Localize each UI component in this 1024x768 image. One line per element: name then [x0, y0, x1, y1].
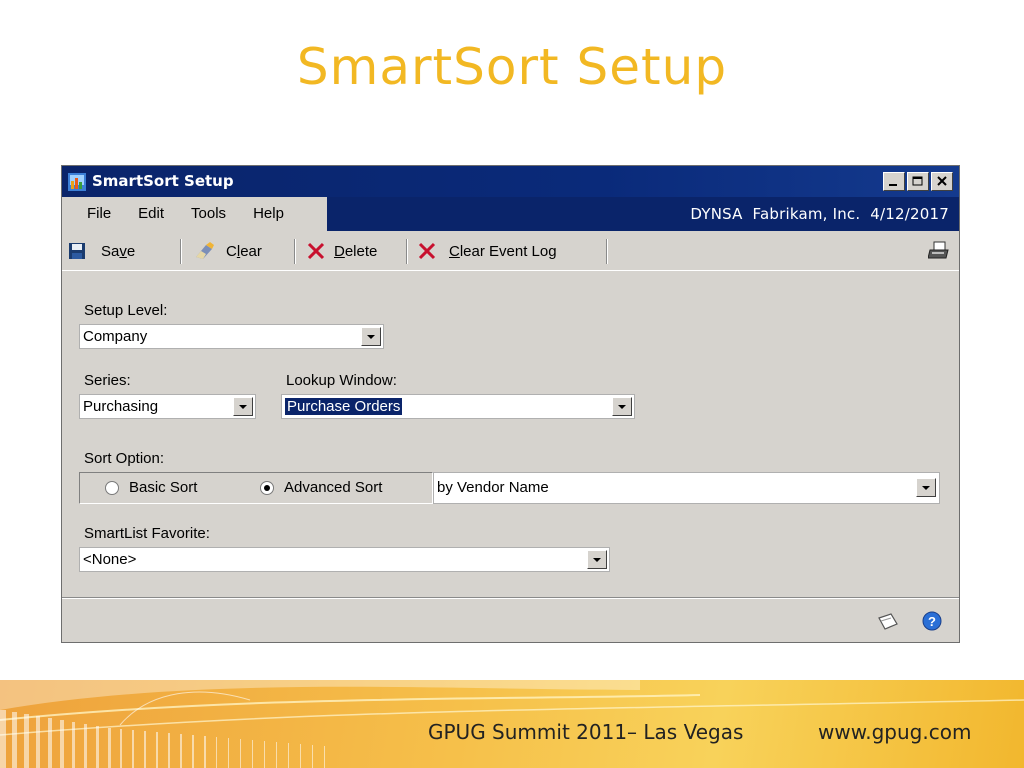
- status-separator: [62, 597, 959, 599]
- clear-log-label-b: lear Event Log: [459, 242, 557, 260]
- basic-sort-label: Basic Sort: [129, 479, 198, 496]
- toolbar-separator: [180, 239, 182, 264]
- clear-button[interactable]: Clear: [193, 238, 262, 264]
- toolbar-separator: [406, 239, 408, 264]
- slide-title: SmartSort Setup: [296, 38, 728, 96]
- delete-label-b: elete: [344, 242, 378, 260]
- series-label: Series:: [84, 372, 131, 389]
- lookup-window-value: Purchase Orders: [283, 397, 404, 416]
- smartsort-setup-window: SmartSort Setup File Edit Tools Help DYN…: [61, 165, 960, 643]
- save-label-key: v: [119, 242, 127, 260]
- svg-text:?: ?: [928, 614, 936, 629]
- eraser-icon: [196, 242, 214, 259]
- window-title: SmartSort Setup: [92, 172, 234, 190]
- printer-icon: [928, 241, 949, 259]
- toolbar: Save Clear Delete Clear Event Log: [62, 231, 959, 271]
- red-x-icon: [307, 242, 325, 260]
- smartlist-favorite-value: <None>: [83, 551, 137, 568]
- lookup-window-dropdown-button[interactable]: [612, 397, 632, 416]
- red-x-icon: [418, 242, 436, 260]
- setup-level-select[interactable]: Company: [79, 324, 384, 349]
- clear-label-a: C: [226, 242, 237, 260]
- menu-bar: File Edit Tools Help DYNSA Fabrikam, Inc…: [62, 197, 959, 231]
- radio-basic-indicator: [105, 480, 119, 495]
- setup-level-value: Company: [83, 328, 148, 345]
- sort-option-group: Basic Sort Advanced Sort: [79, 472, 433, 504]
- floppy-disk-icon: [69, 243, 85, 259]
- footer-event-text: GPUG Summit 2011– Las Vegas: [428, 720, 744, 744]
- series-dropdown-button[interactable]: [233, 397, 253, 416]
- toolbar-separator: [606, 239, 608, 264]
- sort-by-select[interactable]: by Vendor Name: [433, 472, 940, 504]
- series-value: Purchasing: [83, 398, 159, 415]
- lookup-window-selected-text: Purchase Orders: [283, 397, 404, 416]
- save-label-b: e: [126, 242, 136, 260]
- basic-sort-radio[interactable]: Basic Sort: [105, 479, 197, 496]
- save-label-a: Sa: [101, 242, 120, 260]
- clear-label-b: ear: [240, 242, 262, 260]
- smartlist-favorite-select[interactable]: <None>: [79, 547, 610, 572]
- minimize-icon: [889, 184, 897, 186]
- sort-option-label: Sort Option:: [84, 450, 165, 467]
- save-button[interactable]: Save: [68, 238, 135, 264]
- menu-tools[interactable]: Tools: [191, 197, 226, 231]
- help-icon[interactable]: ?: [922, 611, 942, 631]
- clear-event-log-button[interactable]: Clear Event Log: [418, 238, 557, 264]
- setup-level-dropdown-button[interactable]: [361, 327, 381, 346]
- clear-log-label-key: C: [449, 242, 460, 260]
- minimize-button[interactable]: [883, 172, 905, 191]
- smartlist-favorite-dropdown-button[interactable]: [587, 550, 607, 569]
- note-icon[interactable]: [876, 612, 900, 632]
- footer-banner: GPUG Summit 2011– Las Vegas www.gpug.com: [0, 680, 1024, 768]
- series-select[interactable]: Purchasing: [79, 394, 256, 419]
- window-titlebar[interactable]: SmartSort Setup: [62, 166, 959, 197]
- delete-button[interactable]: Delete: [307, 238, 377, 264]
- menu-file[interactable]: File: [87, 197, 111, 231]
- advanced-sort-radio[interactable]: Advanced Sort: [260, 479, 382, 496]
- footer-url[interactable]: www.gpug.com: [818, 720, 971, 744]
- lookup-window-select[interactable]: Purchase Orders: [281, 394, 635, 419]
- maximize-icon: [912, 176, 923, 186]
- print-button[interactable]: [928, 238, 950, 264]
- close-button[interactable]: [931, 172, 953, 191]
- toolbar-separator: [294, 239, 296, 264]
- sort-by-dropdown-button[interactable]: [916, 478, 936, 497]
- lookup-window-label: Lookup Window:: [286, 372, 397, 389]
- close-icon: [937, 176, 947, 186]
- radio-advanced-indicator: [260, 480, 274, 495]
- setup-level-label: Setup Level:: [84, 302, 168, 319]
- sort-by-value: by Vendor Name: [437, 479, 549, 496]
- smartlist-favorite-label: SmartList Favorite:: [84, 525, 210, 542]
- delete-label-key: D: [334, 242, 345, 260]
- menu-edit[interactable]: Edit: [138, 197, 164, 231]
- company-info: DYNSA Fabrikam, Inc. 4/12/2017: [690, 205, 949, 223]
- maximize-button[interactable]: [907, 172, 929, 191]
- app-icon: [68, 173, 86, 191]
- menu-help[interactable]: Help: [253, 197, 284, 231]
- advanced-sort-label: Advanced Sort: [284, 479, 383, 496]
